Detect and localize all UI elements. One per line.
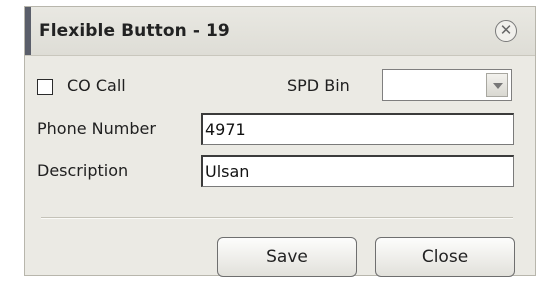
close-icon[interactable]: ✕ xyxy=(495,20,517,42)
phone-number-input[interactable]: 4971 xyxy=(201,113,514,145)
flexible-button-dialog: Flexible Button - 19 ✕ CO Call SPD Bin P… xyxy=(24,6,536,277)
spd-bin-label: SPD Bin xyxy=(287,76,350,95)
titlebar-left-edge xyxy=(25,7,31,55)
dialog-titlebar: Flexible Button - 19 ✕ xyxy=(25,7,535,56)
description-input[interactable]: Ulsan xyxy=(201,155,514,187)
chevron-down-icon[interactable] xyxy=(486,73,508,97)
close-button[interactable]: Close xyxy=(375,237,515,277)
phone-number-label: Phone Number xyxy=(37,119,156,138)
description-label: Description xyxy=(37,161,129,180)
divider xyxy=(41,217,513,219)
dialog-title: Flexible Button - 19 xyxy=(39,21,230,41)
save-button[interactable]: Save xyxy=(217,237,357,277)
co-call-checkbox[interactable] xyxy=(37,79,53,95)
spd-bin-select[interactable] xyxy=(382,69,512,101)
co-call-label: CO Call xyxy=(67,76,126,95)
